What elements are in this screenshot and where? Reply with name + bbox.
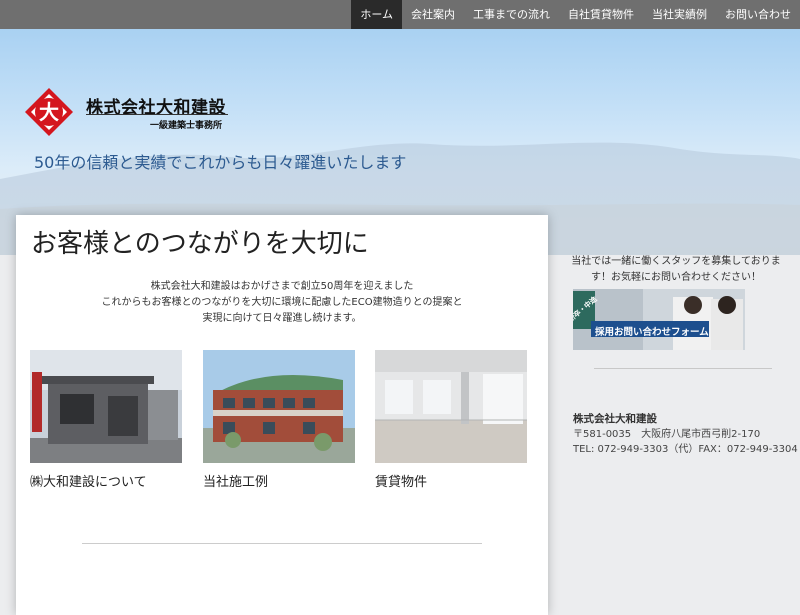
company-logo[interactable]: 大 [24, 87, 74, 137]
nav-item-flow[interactable]: 工事までの流れ [464, 0, 559, 29]
company-address-block: 株式会社大和建設 〒581-0035 大阪府八尾市西弓削2-170 TEL: 0… [573, 412, 798, 457]
postal-address: 〒581-0035 大阪府八尾市西弓削2-170 [573, 429, 761, 440]
footer-company-name: 株式会社大和建設 [573, 413, 657, 425]
content-divider [82, 543, 482, 544]
tile-caption: 賃貸物件 [375, 475, 428, 490]
intro-line: これからもお客様とのつながりを大切に環境に配慮したECO建物造りとの提案と [101, 297, 463, 308]
brick-building-photo [203, 350, 355, 463]
recruit-banner-image: 新卒・中途 [573, 289, 745, 350]
banner-label: 採用お問い合わせフォーム [595, 327, 709, 338]
nav-item-rental[interactable]: 自社賃貸物件 [559, 0, 643, 29]
nav-item-works[interactable]: 当社実績例 [643, 0, 716, 29]
recruit-text: 当社では一緒に働くスタッフを募集しております！お気軽にお問い合わせください！ [571, 256, 781, 283]
tagline: 50年の信頼と実績でこれからも日々躍進いたします [34, 153, 407, 172]
intro-line: 実現に向けて日々躍進し続けます。 [202, 313, 362, 324]
company-name-rule [86, 114, 228, 115]
nav-item-contact[interactable]: お問い合わせ [716, 0, 800, 29]
intro-line: 株式会社大和建設はおかげさまで創立50周年を迎えました [150, 281, 414, 292]
office-building-photo [30, 350, 182, 463]
tel-fax: TEL: 072-949-3303（代）FAX：072-949-3304 [573, 444, 798, 455]
tile-about[interactable]: ㈱大和建設について [30, 350, 182, 490]
tile-caption: ㈱大和建設について [30, 475, 147, 490]
tile-works[interactable]: 当社施工例 [203, 350, 355, 490]
sidebar-divider [594, 368, 772, 369]
main-card: お客様とのつながりを大切に 株式会社大和建設はおかげさまで創立50周年を迎えまし… [16, 215, 548, 615]
nav-item-company[interactable]: 会社案内 [402, 0, 464, 29]
tile-rental[interactable]: 賃貸物件 [375, 350, 527, 490]
tile-caption: 当社施工例 [203, 475, 269, 490]
page-title: お客様とのつながりを大切に [31, 229, 369, 259]
recruit-banner[interactable]: 新卒・中途 採用お問い合わせフォーム [573, 289, 745, 350]
logo-glyph: 大 [39, 100, 59, 124]
top-nav: ホーム 会社案内 工事までの流れ 自社賃貸物件 当社実績例 お問い合わせ [0, 0, 800, 29]
nav-item-home[interactable]: ホーム [351, 0, 402, 29]
company-subtitle: 一級建築士事務所 [150, 121, 223, 131]
intro-text: 株式会社大和建設はおかげさまで創立50周年を迎えました これからもお客様とのつな… [16, 279, 548, 327]
rental-interior-photo [375, 350, 527, 463]
